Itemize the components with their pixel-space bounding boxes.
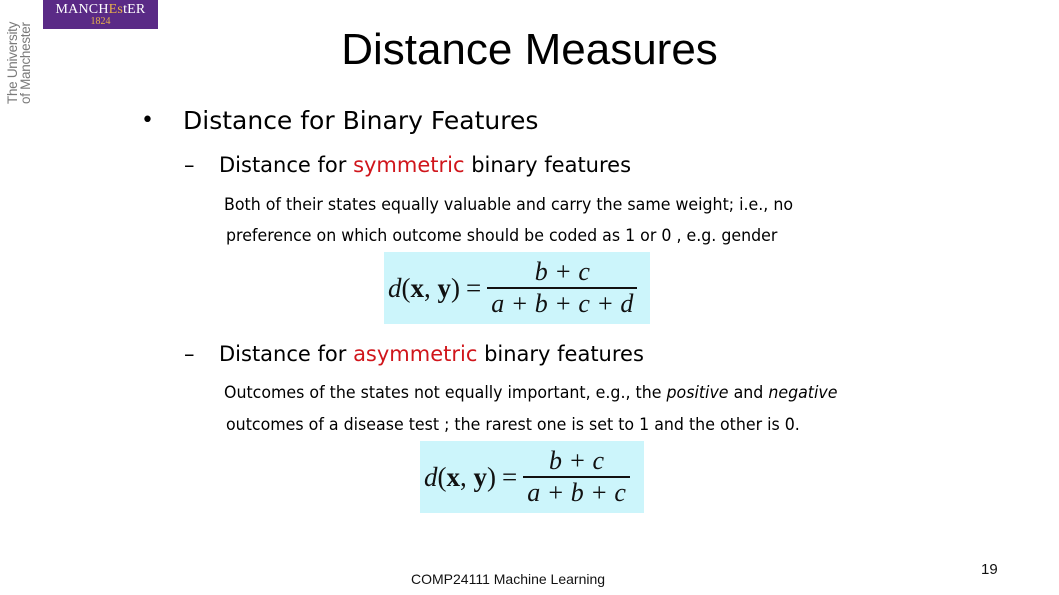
heading-highlight: asymmetric: [353, 342, 478, 366]
footer-course-name: COMP24111 Machine Learning: [411, 571, 606, 587]
bullet-heading: Distance for Binary Features: [183, 106, 539, 135]
formula-vector-y: y: [473, 461, 488, 492]
formula-paren: (: [401, 272, 411, 303]
section-heading-asymmetric: Distance for asymmetric binary features: [219, 341, 644, 367]
formula-paren: ): [487, 461, 496, 492]
heading-highlight: symmetric: [353, 153, 465, 177]
logo-wordmark: MANCHEstER: [43, 3, 158, 17]
body-text-line: Outcomes of the states not equally impor…: [224, 382, 837, 404]
formula-symmetric-distance: d(x, y) = b + c a + b + c + d: [384, 252, 650, 324]
logo-wordmark-part: MANCH: [55, 2, 109, 17]
formula-vector-x: x: [410, 272, 425, 303]
formula-equals: =: [502, 461, 518, 492]
section-heading-symmetric: Distance for symmetric binary features: [219, 152, 631, 178]
formula-lhs: d(x, y): [424, 462, 496, 493]
formula-fraction: b + c a + b + c: [523, 446, 630, 508]
body-text: and: [728, 383, 769, 403]
formula-paren: ): [451, 272, 460, 303]
formula-equals: =: [466, 272, 482, 303]
formula-comma: ,: [460, 461, 474, 492]
formula-vector-x: x: [446, 461, 461, 492]
formula-paren: (: [437, 461, 447, 492]
body-text-line: preference on which outcome should be co…: [226, 226, 778, 246]
body-text-emphasis: negative: [768, 383, 838, 403]
formula-symbol: d: [388, 272, 402, 303]
formula-denominator: a + b + c: [527, 477, 626, 507]
slide-title: Distance Measures: [341, 25, 718, 74]
logo-wordmark-part: tER: [123, 2, 146, 17]
formula-symbol: d: [424, 461, 438, 492]
body-text-line: Both of their states equally valuable an…: [224, 195, 794, 215]
formula-lhs: d(x, y): [388, 273, 460, 304]
formula-numerator: b + c: [549, 446, 605, 476]
formula-comma: ,: [424, 272, 438, 303]
formula-denominator: a + b + c + d: [491, 288, 634, 318]
heading-text: binary features: [464, 153, 632, 177]
formula-asymmetric-distance: d(x, y) = b + c a + b + c: [420, 441, 644, 513]
dash-icon: –: [184, 342, 195, 366]
formula-numerator: b + c: [534, 257, 590, 287]
bullet-icon: •: [141, 108, 154, 133]
page-number: 19: [981, 561, 998, 578]
body-text-emphasis: positive: [666, 383, 729, 403]
heading-text: binary features: [477, 342, 644, 366]
heading-text: Distance for: [219, 153, 354, 177]
body-text: Outcomes of the states not equally impor…: [224, 383, 667, 403]
heading-text: Distance for: [219, 342, 354, 366]
formula-vector-y: y: [437, 272, 452, 303]
body-text-line: outcomes of a disease test ; the rarest …: [226, 415, 800, 435]
logo-wordmark-accent: Es: [108, 2, 124, 17]
dash-icon: –: [184, 153, 195, 177]
formula-fraction: b + c a + b + c + d: [487, 257, 638, 319]
